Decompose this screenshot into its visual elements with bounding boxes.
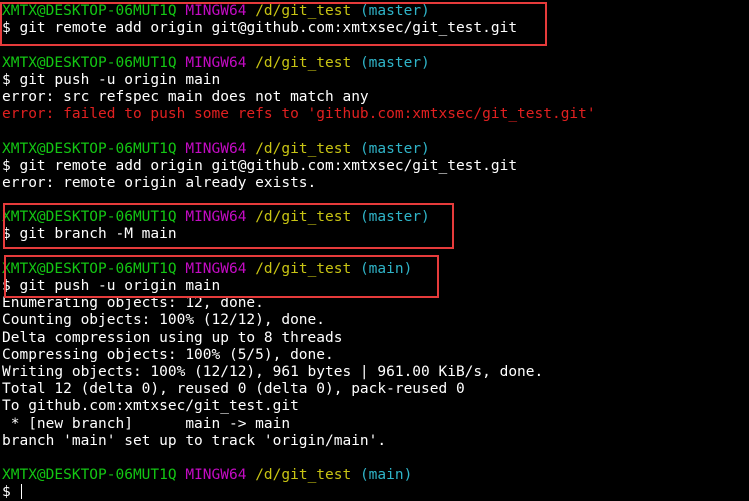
command-line: $ git push -u origin main	[2, 72, 749, 89]
prompt-system: MINGW64	[185, 260, 247, 277]
prompt-path: /d/git_test	[255, 3, 352, 19]
output-line: branch 'main' set up to track 'origin/ma…	[2, 432, 387, 449]
command-text: git push -u origin main	[19, 71, 221, 88]
output-line: Writing objects: 100% (12/12), 961 bytes…	[2, 363, 544, 380]
command-text: git branch -M main	[19, 226, 177, 243]
output-line: Delta compression using up to 8 threads	[2, 329, 343, 346]
prompt-symbol: $	[2, 20, 11, 37]
prompt-user: XMTX@DESKTOP-06MUT1Q	[2, 260, 177, 277]
input-line[interactable]: $	[2, 484, 749, 501]
prompt-user: XMTX@DESKTOP-06MUT1Q	[2, 54, 177, 71]
prompt-system: MINGW64	[185, 209, 247, 226]
prompt-branch: (master)	[359, 54, 430, 71]
prompt-branch: (master)	[359, 3, 430, 19]
prompt-symbol: $	[2, 71, 11, 88]
command-text: git push -u origin main	[19, 278, 221, 294]
output-line: To github.com:xmtxsec/git_test.git	[2, 398, 299, 415]
prompt-branch: (main)	[359, 260, 413, 277]
prompt-user: XMTX@DESKTOP-06MUT1Q	[2, 467, 177, 484]
command-line: $ git branch -M main	[2, 226, 749, 243]
prompt-user: XMTX@DESKTOP-06MUT1Q	[2, 209, 177, 226]
prompt-path: /d/git_test	[255, 140, 352, 157]
prompt-line: XMTX@DESKTOP-06MUT1Q MINGW64 /d/git_test…	[2, 467, 749, 484]
output-line: Total 12 (delta 0), reused 0 (delta 0), …	[2, 381, 465, 398]
error-line: error: failed to push some refs to 'gith…	[2, 106, 596, 123]
command-text: git remote add origin git@github.com:xmt…	[19, 20, 518, 37]
prompt-line: XMTX@DESKTOP-06MUT1Q MINGW64 /d/git_test…	[2, 3, 749, 20]
terminal-output[interactable]: XMTX@DESKTOP-06MUT1Q MINGW64 /d/git_test…	[2, 3, 749, 501]
prompt-line: XMTX@DESKTOP-06MUT1Q MINGW64 /d/git_test…	[2, 141, 749, 158]
text-cursor	[21, 484, 23, 500]
prompt-branch: (main)	[359, 467, 413, 484]
output-line: * [new branch] main -> main	[2, 415, 291, 432]
prompt-path: /d/git_test	[255, 467, 352, 484]
output-line: Enumerating objects: 12, done.	[2, 295, 264, 312]
output-line: error: src refspec main does not match a…	[2, 88, 369, 105]
command-text: git remote add origin git@github.com:xmt…	[19, 157, 518, 174]
prompt-user: XMTX@DESKTOP-06MUT1Q	[2, 140, 177, 157]
prompt-symbol: $	[2, 278, 11, 294]
prompt-symbol: $	[2, 226, 11, 243]
output-line: Compressing objects: 100% (5/5), done.	[2, 346, 334, 363]
prompt-user: XMTX@DESKTOP-06MUT1Q	[2, 3, 177, 19]
prompt-branch: (master)	[359, 140, 430, 157]
prompt-symbol: $	[2, 484, 11, 501]
prompt-system: MINGW64	[185, 140, 247, 157]
prompt-system: MINGW64	[185, 467, 247, 484]
prompt-branch: (master)	[359, 209, 430, 226]
prompt-path: /d/git_test	[255, 54, 352, 71]
prompt-line: XMTX@DESKTOP-06MUT1Q MINGW64 /d/git_test…	[2, 261, 749, 278]
prompt-path: /d/git_test	[255, 260, 352, 277]
prompt-symbol: $	[2, 157, 11, 174]
command-line: $ git push -u origin main	[2, 278, 749, 295]
prompt-path: /d/git_test	[255, 209, 352, 226]
output-line: Counting objects: 100% (12/12), done.	[2, 312, 326, 329]
prompt-line: XMTX@DESKTOP-06MUT1Q MINGW64 /d/git_test…	[2, 209, 749, 226]
command-line: $ git remote add origin git@github.com:x…	[2, 158, 749, 175]
prompt-system: MINGW64	[185, 3, 247, 19]
prompt-line: XMTX@DESKTOP-06MUT1Q MINGW64 /d/git_test…	[2, 55, 749, 72]
output-line: error: remote origin already exists.	[2, 174, 317, 191]
prompt-system: MINGW64	[185, 54, 247, 71]
command-line: $ git remote add origin git@github.com:x…	[2, 20, 749, 37]
